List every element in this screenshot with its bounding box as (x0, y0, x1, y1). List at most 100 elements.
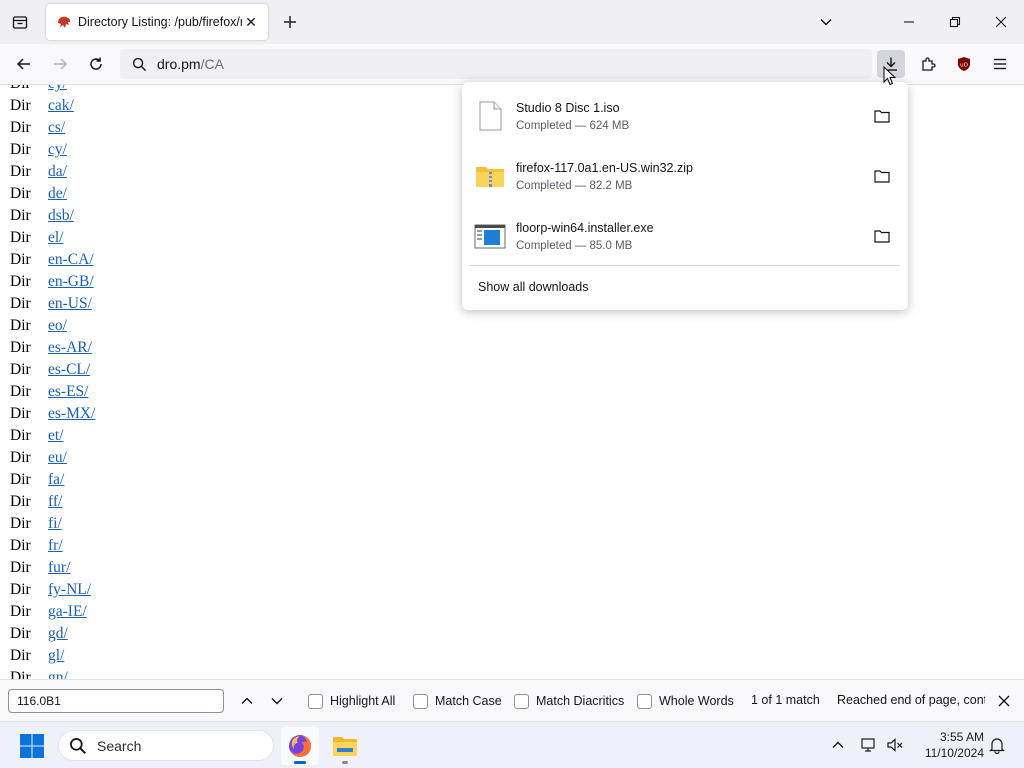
listing-row: Dir cs/ (10, 117, 95, 139)
entry-link[interactable]: en-US/ (48, 293, 92, 315)
entry-kind: Dir (10, 383, 31, 400)
notifications-button[interactable] (986, 734, 1008, 756)
network-tray-button[interactable] (858, 734, 880, 756)
folder-icon (874, 230, 890, 243)
entry-kind: Dir (10, 251, 31, 268)
entry-link[interactable]: dsb/ (48, 205, 74, 227)
entry-kind: Dir (10, 97, 31, 114)
entry-link[interactable]: eu/ (48, 447, 67, 469)
entry-kind: Dir (10, 163, 31, 180)
tab-directory-listing[interactable]: Directory Listing: /pub/firefox/r ✕ (46, 4, 268, 40)
taskbar-file-explorer[interactable] (326, 727, 364, 765)
url-path: /CA (200, 56, 224, 72)
volume-tray-button[interactable] (884, 734, 906, 756)
download-item[interactable]: floorp-win64.installer.exe Completed — 8… (472, 210, 900, 262)
show-all-downloads-button[interactable]: Show all downloads (478, 280, 589, 294)
checkbox-box[interactable] (308, 693, 323, 709)
search-label: Search (97, 737, 142, 754)
checkbox-box[interactable] (514, 693, 529, 709)
download-item[interactable]: firefox-117.0a1.en-US.win32.zip Complete… (472, 150, 900, 202)
taskbar-firefox[interactable] (281, 727, 319, 765)
extensions-button[interactable] (914, 50, 942, 78)
whole-words-label: Whole Words (659, 694, 734, 708)
listing-row: Dir eo/ (10, 315, 95, 337)
entry-link[interactable]: es-ES/ (48, 381, 88, 403)
reload-button[interactable] (82, 50, 110, 78)
find-input[interactable] (8, 689, 224, 713)
entry-link[interactable]: fr/ (48, 535, 63, 557)
entry-link[interactable]: cs/ (48, 117, 65, 139)
find-previous-button[interactable] (236, 690, 258, 712)
download-filename: Studio 8 Disc 1.iso (516, 100, 620, 115)
entry-link[interactable]: el/ (48, 227, 64, 249)
entry-link[interactable]: gl/ (48, 645, 64, 667)
show-hidden-icons-button[interactable] (827, 734, 849, 756)
entry-link[interactable]: fi/ (48, 513, 62, 535)
close-window-button[interactable] (987, 8, 1015, 36)
address-bar[interactable]: dro.pm/CA (120, 49, 872, 79)
installer-icon (474, 224, 506, 249)
restore-button[interactable] (941, 8, 969, 36)
find-next-button[interactable] (266, 690, 288, 712)
entry-kind: Dir (10, 581, 31, 598)
tab-title: Directory Listing: /pub/firefox/r (78, 15, 242, 29)
listing-row: Dir es-CL/ (10, 359, 95, 381)
entry-link[interactable]: gn/ (48, 667, 68, 679)
entry-link[interactable]: es-CL/ (48, 359, 90, 381)
list-all-tabs-icon (12, 16, 28, 29)
entry-link[interactable]: de/ (48, 183, 67, 205)
entry-link[interactable]: ff/ (48, 491, 62, 513)
match-case-checkbox[interactable]: Match Case (413, 692, 502, 710)
tab-strip: Directory Listing: /pub/firefox/r ✕ (0, 0, 1024, 44)
checkbox-box[interactable] (637, 693, 652, 709)
list-tabs-dropdown-button[interactable] (812, 8, 840, 36)
entry-link[interactable]: cy/ (48, 85, 67, 95)
tab-list-button[interactable] (8, 10, 32, 34)
download-item[interactable]: Studio 8 Disc 1.iso Completed — 624 MB (472, 90, 900, 142)
entry-link[interactable]: es-AR/ (48, 337, 92, 359)
entry-link[interactable]: cak/ (48, 95, 74, 117)
entry-link[interactable]: fa/ (48, 469, 64, 491)
entry-link[interactable]: en-GB/ (48, 271, 94, 293)
whole-words-checkbox[interactable]: Whole Words (637, 692, 734, 710)
entry-link[interactable]: et/ (48, 425, 64, 447)
windows-start-icon[interactable] (18, 732, 46, 760)
entry-kind: Dir (10, 229, 31, 246)
entry-link[interactable]: cy/ (48, 139, 67, 161)
entry-link[interactable]: en-CA/ (48, 249, 94, 271)
entry-link[interactable]: fur/ (48, 557, 70, 579)
checkbox-box[interactable] (413, 693, 428, 709)
entry-link[interactable]: es-MX/ (48, 403, 95, 425)
tab-close-button[interactable]: ✕ (242, 13, 260, 31)
show-in-folder-button[interactable] (870, 104, 894, 128)
show-in-folder-button[interactable] (870, 224, 894, 248)
match-case-label: Match Case (435, 694, 502, 708)
listing-row: Dir da/ (10, 161, 95, 183)
file-explorer-icon (333, 737, 357, 756)
minimize-button[interactable] (895, 8, 923, 36)
match-diacritics-checkbox[interactable]: Match Diacritics (514, 692, 624, 710)
entry-link[interactable]: da/ (48, 161, 67, 183)
entry-link[interactable]: gd/ (48, 623, 68, 645)
listing-row: Dir de/ (10, 183, 95, 205)
ublock-origin-button[interactable]: uO (950, 50, 978, 78)
entry-kind: Dir (10, 119, 31, 136)
highlight-all-checkbox[interactable]: Highlight All (308, 692, 395, 710)
system-clock[interactable]: 3:55 AM 11/10/2024 (916, 729, 984, 761)
show-in-folder-button[interactable] (870, 164, 894, 188)
clock-time: 3:55 AM (939, 730, 984, 744)
entry-link[interactable]: ga-IE/ (48, 601, 87, 623)
find-close-button[interactable] (994, 691, 1014, 711)
forward-button[interactable] (46, 50, 74, 78)
new-tab-button[interactable] (278, 10, 302, 34)
taskbar-search[interactable]: Search (58, 730, 274, 761)
listing-row: Dir et/ (10, 425, 95, 447)
chevron-up-icon (241, 697, 253, 704)
back-button[interactable] (10, 50, 38, 78)
entry-kind: Dir (10, 405, 31, 422)
app-menu-button[interactable] (986, 50, 1014, 78)
url-host: dro.pm (157, 56, 201, 72)
entry-link[interactable]: eo/ (48, 315, 67, 337)
reload-icon (90, 57, 102, 70)
entry-link[interactable]: fy-NL/ (48, 579, 91, 601)
